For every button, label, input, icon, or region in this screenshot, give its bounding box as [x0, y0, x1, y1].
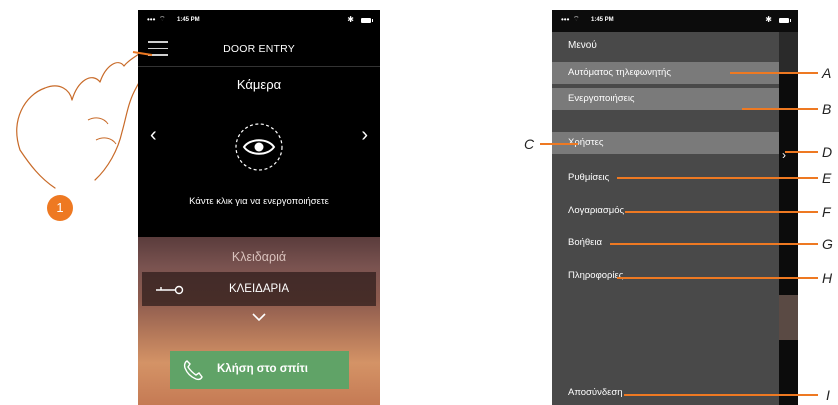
callout-letter-g: G: [822, 236, 833, 252]
callout-letter-a: A: [822, 65, 832, 81]
callout-letter-c: C: [524, 136, 535, 152]
callout-letter-b: B: [822, 101, 832, 117]
callout-letter-e: E: [822, 170, 832, 186]
callout-letter-h: H: [822, 270, 833, 286]
callout-letter-f: F: [822, 204, 831, 220]
callout-letter-i: I: [826, 387, 830, 403]
callout-lines: [132, 51, 818, 396]
callout-letter-d: D: [822, 144, 833, 160]
